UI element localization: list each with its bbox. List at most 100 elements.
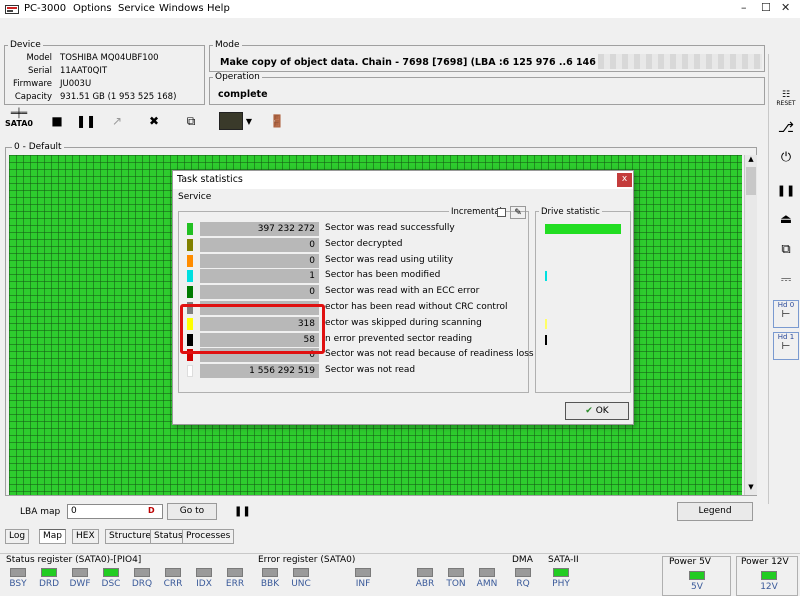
scroll-down-icon[interactable]: ▼	[746, 483, 756, 493]
stat-color-swatch	[187, 365, 193, 378]
dialog-section-label: Service	[178, 192, 212, 202]
sata0-selector[interactable]: ═╪═ SATA0	[4, 110, 34, 134]
stat-label: ector has been read without CRC control	[325, 302, 508, 312]
status-bit-label: INF	[355, 579, 371, 589]
plug-icon[interactable]: ⎓	[773, 272, 799, 287]
device-serial-key: Serial	[27, 66, 52, 76]
device-capacity-key: Capacity	[14, 92, 52, 102]
drive-statistic-label: Drive statistic	[539, 207, 602, 217]
stat-label: Sector was read successfully	[325, 223, 455, 233]
status-led	[196, 568, 212, 577]
incremental-checkbox[interactable]	[497, 208, 506, 217]
stat-row: 0 Sector was read using utility	[183, 253, 513, 269]
stat-label: Sector was read with an ECC error	[325, 286, 480, 297]
pause-map-icon[interactable]: ❚❚	[234, 506, 251, 517]
stop-icon[interactable]: ■	[46, 110, 68, 132]
scroll-thumb[interactable]	[746, 167, 756, 195]
map-scrollbar[interactable]: ▲ ▼	[744, 155, 757, 495]
scroll-up-icon[interactable]: ▲	[746, 155, 756, 165]
reset-button[interactable]: ☷ RESET	[773, 90, 799, 107]
status-bit-label: DRD	[38, 579, 60, 589]
minimize-button[interactable]: –	[741, 1, 747, 14]
device-fields: Model TOSHIBA MQ04UBF100 Serial 11AAT0QI…	[0, 53, 205, 105]
status-led	[515, 568, 531, 577]
status-bit-label: UNC	[291, 579, 311, 589]
brush-icon[interactable]: ✎	[510, 206, 526, 219]
maximize-button[interactable]: ☐	[761, 1, 771, 14]
power5-label: Power 5V	[669, 557, 711, 567]
tab-processes[interactable]: Processes	[182, 529, 235, 544]
device-model-key: Model	[26, 53, 52, 63]
status-bit-label: PHY	[552, 579, 570, 589]
title-bar: PC-3000 Options Service Windows Help – ☐…	[0, 0, 800, 18]
status-bit-label: BBK	[260, 579, 280, 589]
stat-color-swatch	[187, 254, 193, 267]
menu-help[interactable]: Help	[207, 3, 230, 14]
task-statistics-dialog: Task statistics x Service Incremental ✎ …	[172, 170, 634, 425]
hd0-button[interactable]: Hd 0 ⊢	[773, 300, 799, 328]
pause-icon[interactable]: ❚❚	[75, 110, 97, 132]
app-title: PC-3000	[24, 3, 67, 14]
power12-label: Power 12V	[741, 557, 789, 567]
status-led	[553, 568, 569, 577]
ok-label: OK	[595, 406, 609, 416]
power-cycle-icon[interactable]: ⏻	[773, 150, 799, 165]
stat-label: ector was skipped during scanning	[325, 317, 482, 328]
ok-button[interactable]: ✔ OK	[565, 402, 629, 420]
drive-stat-bar	[545, 334, 547, 345]
hd0-label: Hd 0	[777, 301, 795, 309]
mode-text: Make copy of object data. Chain - 7698 […	[220, 57, 659, 68]
hd1-button[interactable]: Hd 1 ⊢	[773, 332, 799, 360]
power-on-icon[interactable]: ⎇	[773, 120, 799, 136]
stat-row: 397 232 272 Sector was read successfully	[183, 221, 513, 237]
menu-options[interactable]: Options	[73, 3, 112, 14]
status-bit-label: DRQ	[131, 579, 153, 589]
tab-hex[interactable]: HEX	[72, 529, 99, 544]
stat-label: Sector was not read	[325, 365, 416, 376]
exit-icon[interactable]: 🚪	[266, 110, 288, 132]
stat-count: 1	[200, 269, 319, 284]
power12-value: 12V	[760, 582, 778, 592]
reset-icon: ☷	[781, 90, 791, 100]
stat-color-swatch	[187, 270, 193, 283]
dialog-close-button[interactable]: x	[617, 173, 632, 187]
radix-indicator[interactable]: D	[148, 506, 155, 515]
power5-box: Power 5V 5V	[662, 556, 731, 596]
drive-stat-bar	[545, 224, 621, 234]
tools-icon[interactable]: ✖	[143, 110, 165, 132]
menu-service[interactable]: Service	[118, 3, 155, 14]
tab-structure[interactable]: Structure	[105, 529, 155, 544]
close-button[interactable]: ✕	[781, 1, 790, 14]
drive-image-icon[interactable]	[219, 112, 243, 130]
copy-icon[interactable]: ⧉	[180, 110, 202, 132]
dma-label: DMA	[512, 555, 533, 565]
goto-button[interactable]: Go to	[167, 503, 217, 520]
status-panel: Status register (SATA0)-[PIO4] Error reg…	[0, 553, 800, 596]
checkmark-icon: ✔	[585, 406, 593, 416]
pause-sidebar-icon[interactable]: ❚❚	[773, 184, 799, 197]
status-led	[293, 568, 309, 577]
operation-status: complete	[218, 89, 268, 100]
stat-count: 0	[200, 253, 319, 268]
status-led	[355, 568, 371, 577]
sata-port-icon: ═╪═	[10, 109, 28, 119]
operation-group-label: Operation	[213, 72, 262, 82]
stat-count: 397 232 272	[200, 222, 319, 236]
device-capacity-value: 931.51 GB (1 953 525 168)	[60, 92, 177, 102]
legend-button[interactable]: Legend	[677, 502, 753, 521]
stat-count: 0	[200, 237, 319, 252]
status-bit-label: AMN	[476, 579, 498, 589]
status-led	[448, 568, 464, 577]
status-led	[103, 568, 119, 577]
device-firmware-value: JU003U	[60, 79, 92, 89]
disconnect-icon[interactable]: ⏏	[773, 212, 799, 227]
copy-sidebar-icon[interactable]: ⧉	[773, 242, 799, 257]
dropdown-arrow-icon[interactable]: ▼	[243, 110, 255, 132]
tab-map[interactable]: Map	[39, 529, 66, 544]
power12-box: Power 12V 12V	[736, 556, 798, 596]
hd1-label: Hd 1	[777, 333, 795, 341]
device-group-label: Device	[8, 40, 43, 50]
export-icon[interactable]: ↗	[106, 110, 128, 132]
tab-log[interactable]: Log	[5, 529, 30, 544]
menu-windows[interactable]: Windows	[159, 3, 204, 14]
